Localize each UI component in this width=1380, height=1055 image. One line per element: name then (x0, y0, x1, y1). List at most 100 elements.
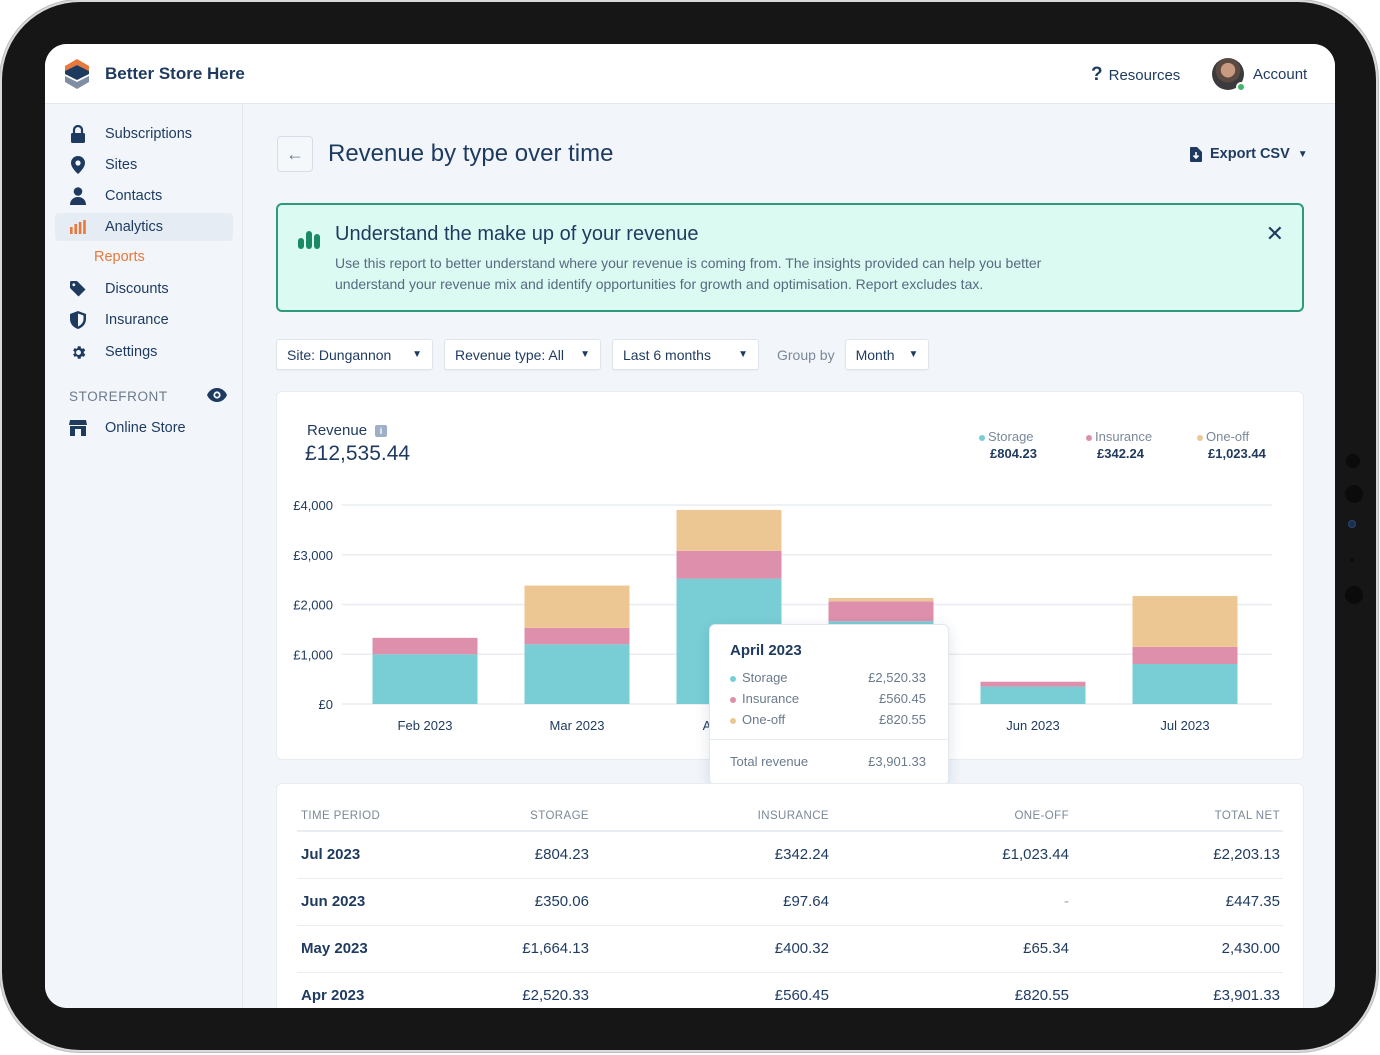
account-link[interactable]: Account (1253, 66, 1307, 83)
insurance-dot (730, 696, 736, 703)
bar-segment-oneoff (676, 509, 782, 551)
revenue-table-card: TIME PERIOD STORAGE INSURANCE ONE-OFF TO… (276, 783, 1304, 1008)
cell-storage: £1,664.13 (437, 925, 592, 973)
eye-icon[interactable] (207, 388, 227, 407)
tooltip-total-row: Total revenue £3,901.33 (730, 754, 926, 769)
export-csv-button[interactable]: Export CSV ▼ (1190, 146, 1308, 162)
column-header-total-net[interactable]: TOTAL NET (1072, 802, 1283, 832)
bar-segment-storage (524, 644, 630, 704)
tooltip-total-value: £3,901.33 (868, 754, 926, 769)
sidebar-item-label: Sites (105, 157, 138, 173)
sidebar-item-contacts[interactable]: Contacts (55, 182, 233, 210)
tooltip-title: April 2023 (730, 642, 802, 659)
caret-down-icon: ▼ (412, 349, 422, 360)
shield-icon (67, 311, 89, 329)
table-row[interactable]: Apr 2023 £2,520.33 £560.45 £820.55 £3,90… (297, 972, 1283, 1008)
bar-segment-storage (372, 654, 478, 704)
tooltip-row-name: Insurance (742, 691, 800, 706)
cell-storage: £350.06 (437, 878, 592, 926)
column-header-oneoff[interactable]: ONE-OFF (832, 802, 1072, 832)
site-filter-dropdown[interactable]: Site: Dungannon ▼ (276, 339, 433, 370)
filter-bar: Site: Dungannon ▼ Revenue type: All ▼ La… (276, 339, 929, 370)
group-by-dropdown[interactable]: Month ▼ (844, 339, 929, 370)
column-header-storage[interactable]: STORAGE (437, 802, 592, 832)
cell-oneoff: £65.34 (832, 925, 1072, 973)
x-tick-label: Jul 2023 (1160, 718, 1209, 733)
revenue-chart-card: Revenue i £12,535.44 Storage £804.23 Ins… (276, 391, 1304, 785)
chart-tooltip: April 2023 Storage £2,520.33 Insurance £… (709, 624, 949, 785)
sidebar-item-online-store[interactable]: Online Store (55, 414, 233, 442)
info-banner: Understand the make up of your revenue U… (276, 203, 1304, 312)
bar-segment-insurance (828, 601, 934, 622)
app-screen: Better Store Here ? Resources Account Su… (45, 44, 1335, 1008)
camera-dot (1346, 454, 1360, 468)
lock-icon (67, 125, 89, 143)
camera-dot (1350, 558, 1354, 562)
table-row[interactable]: May 2023 £1,664.13 £400.32 £65.34 2,430.… (297, 925, 1283, 973)
bar-chart-icon (298, 231, 320, 249)
caret-down-icon: ▼ (738, 349, 748, 360)
sidebar-item-discounts[interactable]: Discounts (55, 275, 233, 303)
table-row[interactable]: Jul 2023 £804.23 £342.24 £1,023.44 £2,20… (297, 831, 1283, 879)
site-filter-label: Site: Dungannon (287, 346, 392, 363)
sidebar-item-insurance[interactable]: Insurance (55, 306, 233, 334)
period-dropdown[interactable]: Last 6 months ▼ (612, 339, 759, 370)
gear-icon (67, 344, 89, 361)
sidebar-item-subscriptions[interactable]: Subscriptions (55, 120, 233, 148)
x-tick-label: Feb 2023 (398, 718, 453, 733)
cell-insurance: £560.45 (592, 972, 832, 1008)
avatar[interactable] (1212, 58, 1246, 92)
tooltip-row-value: £820.55 (879, 712, 926, 727)
sidebar-item-label: Settings (105, 344, 158, 360)
page-title: Revenue by type over time (328, 140, 614, 167)
cell-storage: £2,520.33 (437, 972, 592, 1008)
sidebar-item-settings[interactable]: Settings (55, 338, 233, 366)
x-tick-label: Mar 2023 (550, 718, 605, 733)
close-icon[interactable]: ✕ (1266, 221, 1284, 247)
bar-segment-insurance (676, 550, 782, 579)
tooltip-row-name: Storage (742, 670, 788, 685)
cell-total-net: £447.35 (1072, 878, 1283, 926)
sidebar-item-label: Discounts (105, 281, 169, 297)
banner-title: Understand the make up of your revenue (335, 223, 699, 245)
cell-time-period: Jun 2023 (297, 878, 437, 926)
storefront-section-label: STOREFRONT (69, 389, 168, 404)
sidebar: Subscriptions Sites Contacts Analytics R… (45, 104, 243, 1008)
resources-link[interactable]: ? Resources (1091, 64, 1180, 86)
back-button[interactable]: ← (277, 136, 313, 172)
bar-segment-storage (980, 686, 1086, 704)
help-icon: ? (1091, 64, 1103, 85)
sidebar-subitem-reports[interactable]: Reports (94, 249, 145, 265)
map-pin-icon (67, 156, 89, 174)
revenue-type-label: Revenue type: All (455, 346, 564, 363)
sidebar-item-analytics[interactable]: Analytics (55, 213, 233, 241)
brand-name[interactable]: Better Store Here (105, 64, 245, 84)
table-row[interactable]: Jun 2023 £350.06 £97.64 - £447.35 (297, 878, 1283, 926)
brand-logo-icon[interactable] (63, 58, 91, 90)
sidebar-item-sites[interactable]: Sites (55, 151, 233, 179)
cell-time-period: May 2023 (297, 925, 437, 973)
sidebar-item-label: Subscriptions (105, 126, 193, 142)
cell-total-net: 2,430.00 (1072, 925, 1283, 973)
tooltip-row-value: £560.45 (879, 691, 926, 706)
camera-dot (1345, 485, 1363, 503)
revenue-type-dropdown[interactable]: Revenue type: All ▼ (444, 339, 601, 370)
column-header-time-period[interactable]: TIME PERIOD (297, 802, 437, 832)
tooltip-row-oneoff: One-off £820.55 (730, 712, 926, 727)
oneoff-dot (730, 717, 736, 724)
period-label: Last 6 months (623, 346, 711, 363)
cell-insurance: £97.64 (592, 878, 832, 926)
bar-segment-oneoff (524, 585, 630, 628)
cell-time-period: Apr 2023 (297, 972, 437, 1008)
cell-oneoff: £820.55 (832, 972, 1072, 1008)
cell-total-net: £3,901.33 (1072, 972, 1283, 1008)
top-bar: Better Store Here ? Resources Account (45, 44, 1335, 104)
cell-time-period: Jul 2023 (297, 831, 437, 879)
group-by-value: Month (855, 346, 895, 363)
column-header-insurance[interactable]: INSURANCE (592, 802, 832, 832)
bar-segment-storage (1132, 663, 1238, 704)
export-csv-label: Export CSV (1210, 146, 1290, 162)
banner-text: Use this report to better understand whe… (335, 255, 1042, 292)
cell-insurance: £400.32 (592, 925, 832, 973)
tag-icon (67, 281, 89, 297)
